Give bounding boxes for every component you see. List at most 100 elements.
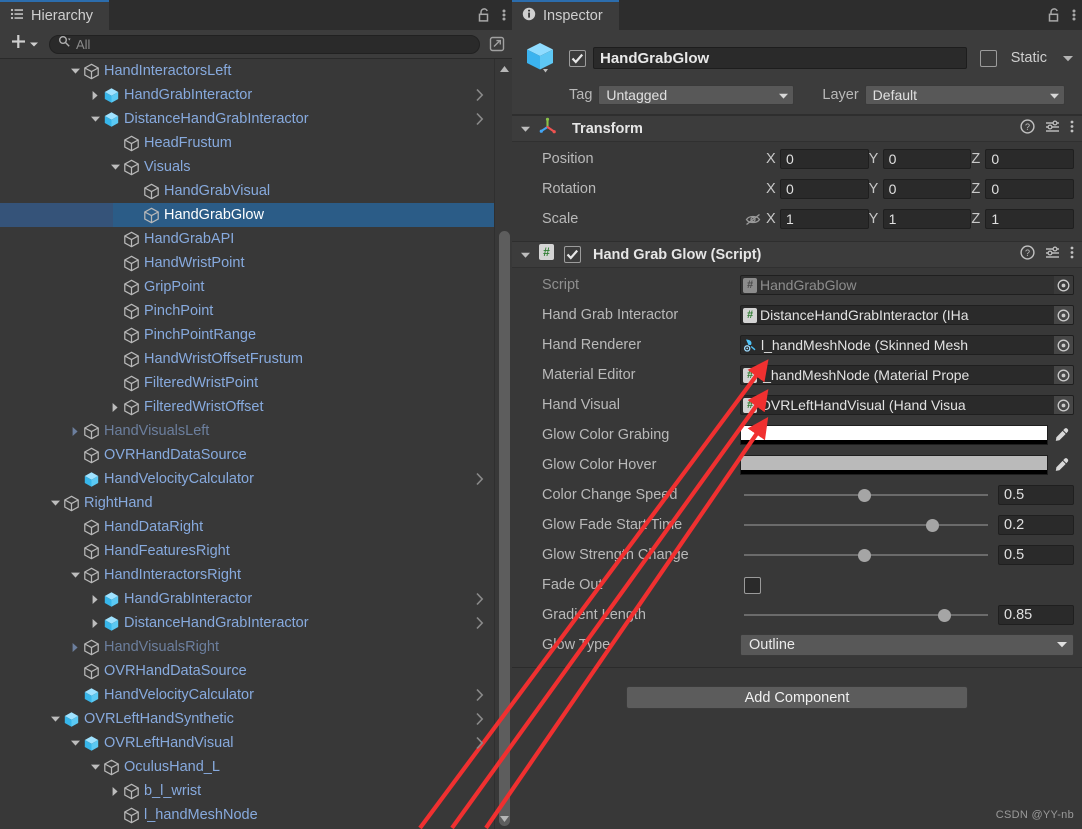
hierarchy-item-handgrabglow[interactable]: HandGrabGlow: [0, 203, 494, 227]
transform-header[interactable]: Transform ?: [512, 116, 1082, 142]
transform-scale-y-field[interactable]: 1: [882, 209, 972, 229]
foldout-right-icon[interactable]: [108, 779, 122, 803]
foldout-down-icon[interactable]: [68, 59, 82, 83]
foldout-right-icon[interactable]: [68, 635, 82, 659]
eyedropper-icon[interactable]: [1048, 457, 1074, 474]
eyedropper-icon[interactable]: [1048, 427, 1074, 444]
search-field[interactable]: [49, 34, 480, 54]
kebab-menu-icon[interactable]: [1070, 119, 1074, 139]
hand-grab-glow-header[interactable]: # Hand Grab Glow (Script) ?: [512, 242, 1082, 268]
hierarchy-item-handgrabapi[interactable]: HandGrabAPI: [0, 227, 494, 251]
foldout-right-icon[interactable]: [88, 587, 102, 611]
prefab-open-chevron-right-icon[interactable]: [475, 611, 484, 635]
transform-position-y-field[interactable]: 0: [882, 149, 972, 169]
slider-value-glow-strength-change[interactable]: 0.5: [998, 545, 1074, 565]
hierarchy-item-handvelocitycalculator[interactable]: HandVelocityCalculator: [0, 683, 494, 707]
color-field-glow-color-hover[interactable]: [740, 455, 1048, 475]
hierarchy-item-distancehandgrabinteractor[interactable]: DistanceHandGrabInteractor: [0, 107, 494, 131]
lock-open-icon[interactable]: [1047, 7, 1062, 23]
object-picker-button[interactable]: [1054, 366, 1073, 384]
prefab-open-chevron-right-icon[interactable]: [475, 707, 484, 731]
color-field-glow-color-grabing[interactable]: [740, 425, 1048, 445]
prefab-open-chevron-right-icon[interactable]: [475, 83, 484, 107]
object-picker-button[interactable]: [1054, 306, 1073, 324]
preset-icon[interactable]: [1045, 119, 1060, 139]
foldout-right-icon[interactable]: [108, 395, 122, 419]
hierarchy-item-handvisualsright[interactable]: HandVisualsRight: [0, 635, 494, 659]
open-in-new-icon[interactable]: [488, 35, 506, 53]
hierarchy-item-distancehandgrabinteractor[interactable]: DistanceHandGrabInteractor: [0, 611, 494, 635]
tab-hierarchy[interactable]: Hierarchy: [0, 0, 110, 30]
hierarchy-item-handgrabvisual[interactable]: HandGrabVisual: [0, 179, 494, 203]
add-component-button[interactable]: Add Component: [626, 686, 968, 709]
slider-gradient-length[interactable]: [744, 605, 988, 625]
triangle-down-icon[interactable]: [520, 120, 531, 138]
checkbox-fade-out[interactable]: [744, 576, 761, 594]
triangle-down-icon[interactable]: [520, 246, 531, 264]
link-off-icon[interactable]: [740, 212, 766, 227]
hierarchy-item-ovrhanddatasource[interactable]: OVRHandDataSource: [0, 443, 494, 467]
hierarchy-item-handdataright[interactable]: HandDataRight: [0, 515, 494, 539]
prefab-open-chevron-right-icon[interactable]: [475, 467, 484, 491]
static-checkbox[interactable]: [979, 49, 997, 67]
hierarchy-item-b-l-wrist[interactable]: b_l_wrist: [0, 779, 494, 803]
triangle-up-icon[interactable]: [495, 61, 513, 77]
hierarchy-item-righthand[interactable]: RightHand: [0, 491, 494, 515]
prefab-open-chevron-right-icon[interactable]: [475, 731, 484, 755]
foldout-down-icon[interactable]: [88, 107, 102, 131]
component-enabled-checkbox[interactable]: [564, 246, 581, 263]
transform-rotation-y-field[interactable]: 0: [882, 179, 972, 199]
hierarchy-item-grippoint[interactable]: GripPoint: [0, 275, 494, 299]
slider-glow-strength-change[interactable]: [744, 545, 988, 565]
slider-knob[interactable]: [938, 609, 952, 622]
slider-knob[interactable]: [857, 489, 871, 502]
prefab-open-chevron-right-icon[interactable]: [475, 107, 484, 131]
hierarchy-item-headfrustum[interactable]: HeadFrustum: [0, 131, 494, 155]
slider-knob[interactable]: [857, 549, 871, 562]
transform-position-z-field[interactable]: 0: [985, 149, 1075, 169]
kebab-menu-icon[interactable]: [502, 7, 506, 23]
hierarchy-item-handgrabinteractor[interactable]: HandGrabInteractor: [0, 587, 494, 611]
object-picker-button[interactable]: [1054, 396, 1073, 414]
hierarchy-item-handfeaturesright[interactable]: HandFeaturesRight: [0, 539, 494, 563]
object-field-material-editor[interactable]: # l_handMeshNode (Material Prope: [740, 365, 1074, 385]
gameobject-enabled-checkbox[interactable]: [569, 49, 586, 67]
slider-color-change-speed[interactable]: [744, 485, 988, 505]
hierarchy-item-l-handmeshnode[interactable]: l_handMeshNode: [0, 803, 494, 827]
hierarchy-item-visuals[interactable]: Visuals: [0, 155, 494, 179]
object-picker-button[interactable]: [1054, 336, 1073, 354]
hierarchy-item-ovrhanddatasource[interactable]: OVRHandDataSource: [0, 659, 494, 683]
static-dropdown-chevron-down-icon[interactable]: [1062, 54, 1074, 63]
hierarchy-item-pinchpoint[interactable]: PinchPoint: [0, 299, 494, 323]
layer-dropdown[interactable]: Default: [864, 85, 1065, 105]
tab-inspector[interactable]: Inspector: [512, 0, 619, 30]
transform-position-x-field[interactable]: 0: [780, 149, 869, 169]
foldout-down-icon[interactable]: [48, 491, 62, 515]
hierarchy-item-handvelocitycalculator[interactable]: HandVelocityCalculator: [0, 467, 494, 491]
slider-glow-fade-start-time[interactable]: [744, 515, 988, 535]
transform-scale-x-field[interactable]: 1: [780, 209, 869, 229]
add-gameobject-button[interactable]: [6, 33, 43, 55]
hierarchy-item-filteredwristpoint[interactable]: FilteredWristPoint: [0, 371, 494, 395]
foldout-down-icon[interactable]: [48, 707, 62, 731]
transform-rotation-z-field[interactable]: 0: [985, 179, 1075, 199]
lock-open-icon[interactable]: [477, 7, 492, 23]
gameobject-name-field[interactable]: HandGrabGlow: [593, 47, 967, 69]
prefab-open-chevron-right-icon[interactable]: [475, 683, 484, 707]
hierarchy-item-handvisualsleft[interactable]: HandVisualsLeft: [0, 419, 494, 443]
foldout-right-icon[interactable]: [88, 83, 102, 107]
scrollbar-thumb[interactable]: [499, 231, 510, 826]
hierarchy-item-handwristpoint[interactable]: HandWristPoint: [0, 251, 494, 275]
transform-rotation-x-field[interactable]: 0: [780, 179, 869, 199]
foldout-right-icon[interactable]: [68, 419, 82, 443]
help-icon[interactable]: ?: [1020, 118, 1035, 139]
hierarchy-item-pinchpointrange[interactable]: PinchPointRange: [0, 323, 494, 347]
dropdown-glow-type[interactable]: Outline: [740, 634, 1074, 656]
slider-value-glow-fade-start-time[interactable]: 0.2: [998, 515, 1074, 535]
foldout-down-icon[interactable]: [68, 731, 82, 755]
slider-value-gradient-length[interactable]: 0.85: [998, 605, 1074, 625]
hierarchy-item-handgrabinteractor[interactable]: HandGrabInteractor: [0, 83, 494, 107]
hierarchy-item-handwristoffsetfrustum[interactable]: HandWristOffsetFrustum: [0, 347, 494, 371]
slider-knob[interactable]: [925, 519, 939, 532]
foldout-down-icon[interactable]: [88, 755, 102, 779]
